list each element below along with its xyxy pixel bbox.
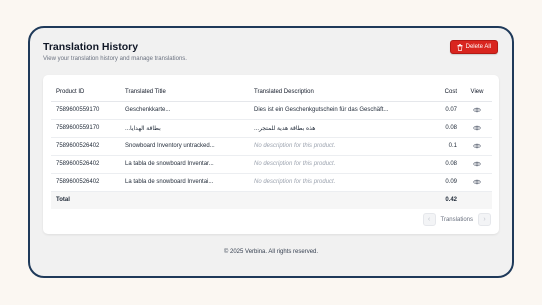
trash-icon xyxy=(457,43,463,51)
view-cell xyxy=(462,137,492,156)
table-total-row: Total 0.42 xyxy=(51,191,492,209)
chevron-right-icon: › xyxy=(483,216,486,223)
page-title: Translation History xyxy=(43,41,139,53)
column-header-cost[interactable]: Cost xyxy=(423,83,462,102)
translated-description-cell: No description for this product. xyxy=(249,173,423,192)
column-header-translated-title[interactable]: Translated Title xyxy=(120,83,249,102)
product-id-cell: 7589600526402 xyxy=(51,137,120,156)
cost-cell: 0.07 xyxy=(423,101,462,120)
translated-title-cell: Geschenkkarte... xyxy=(120,101,249,120)
total-value: 0.42 xyxy=(423,191,462,209)
product-id-cell: 7589600526402 xyxy=(51,173,120,192)
table-header-row: Product ID Translated Title Translated D… xyxy=(51,83,492,102)
translated-title-cell: La tabla de snowboard Inventai... xyxy=(120,173,249,192)
cost-cell: 0.08 xyxy=(423,119,462,138)
product-id-cell: 7589600526402 xyxy=(51,155,120,174)
footer-copyright: © 2025 Verbina. All rights reserved. xyxy=(223,249,319,255)
view-cell xyxy=(462,101,492,120)
eye-icon[interactable] xyxy=(473,179,481,185)
translations-table: Product ID Translated Title Translated D… xyxy=(51,83,492,209)
view-cell xyxy=(462,119,492,138)
column-header-view: View xyxy=(462,83,492,102)
translated-title-cell: Snowboard Inventory untracked... xyxy=(120,137,249,156)
app-window: Translation History View your translatio… xyxy=(28,26,514,278)
eye-icon[interactable] xyxy=(473,125,481,131)
eye-icon[interactable] xyxy=(473,161,481,167)
table-row: 7589600559170 بطاقة الهدايا... هذه بطاقة ه… xyxy=(51,119,492,138)
translated-description-cell: Dies ist ein Geschenkgutschein für das G… xyxy=(249,101,423,120)
view-cell xyxy=(462,155,492,174)
translated-description-cell: No description for this product. xyxy=(249,155,423,174)
page-subtitle: View your translation history and manage… xyxy=(43,56,187,62)
translations-card: Product ID Translated Title Translated D… xyxy=(43,75,499,234)
total-empty-cell xyxy=(249,191,423,209)
table-row: 7589600559170 Geschenkkarte... Dies ist ei… xyxy=(51,101,492,120)
view-cell xyxy=(462,173,492,192)
delete-all-label: Delete All xyxy=(465,44,491,50)
cost-cell: 0.1 xyxy=(423,137,462,156)
cost-cell: 0.08 xyxy=(423,155,462,174)
translated-title-cell: بطاقة الهدايا... xyxy=(120,119,249,138)
total-label: Total xyxy=(51,191,120,209)
eye-icon[interactable] xyxy=(473,143,481,149)
table-row: 7589600526402 La tabla de snowboard Inven… xyxy=(51,173,492,192)
previous-page-button[interactable]: ‹ xyxy=(422,213,436,226)
product-id-cell: 7589600559170 xyxy=(51,101,120,120)
pagination: ‹ Translations › xyxy=(422,213,491,226)
table-row: 7589600526402 La tabla de snowboard Inven… xyxy=(51,155,492,174)
total-empty-cell xyxy=(120,191,249,209)
translated-title-cell: La tabla de snowboard Inventar... xyxy=(120,155,249,174)
cost-cell: 0.09 xyxy=(423,173,462,192)
chevron-left-icon: ‹ xyxy=(427,216,431,223)
translated-description-cell: No description for this product. xyxy=(249,137,423,156)
table-row: 7589600526402 Snowboard Inventory untrack… xyxy=(51,137,492,156)
column-header-translated-description[interactable]: Translated Description xyxy=(249,83,423,102)
product-id-cell: 7589600559170 xyxy=(51,119,120,138)
translated-description-cell: هذه بطاقة هدية للمتجر... xyxy=(249,119,423,138)
eye-icon[interactable] xyxy=(473,107,481,113)
pagination-label: Translations xyxy=(440,216,473,223)
delete-all-button[interactable]: Delete All xyxy=(449,40,498,54)
column-header-product-id[interactable]: Product ID xyxy=(51,83,120,102)
next-page-button[interactable]: › xyxy=(478,213,491,226)
total-empty-cell xyxy=(462,191,492,209)
